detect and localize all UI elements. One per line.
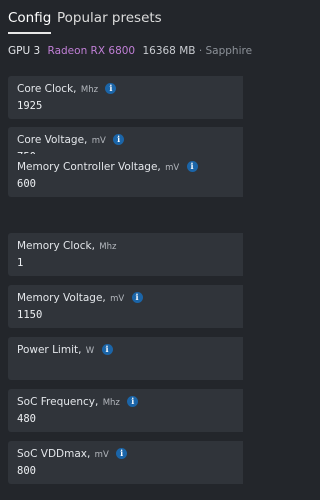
param-value[interactable]: 480	[17, 412, 36, 426]
param-label-text: Memory Controller Voltage,	[17, 161, 161, 173]
param-unit: mV	[110, 294, 125, 304]
gpu-model: Radeon RX 6800	[47, 45, 136, 57]
info-icon[interactable]: i	[186, 161, 198, 172]
param-unit: mV	[94, 450, 109, 460]
param-label: SoC VDDmax, mV i	[17, 447, 128, 462]
tab-config[interactable]: Config	[8, 9, 52, 34]
param-core-clock[interactable]: Core Clock, Mhz i 1925	[8, 76, 243, 119]
param-memory-clock[interactable]: Memory Clock, Mhz 1	[8, 233, 243, 276]
info-icon[interactable]: i	[116, 448, 128, 459]
param-label-text: Core Voltage,	[17, 134, 88, 146]
param-value[interactable]: 600	[17, 177, 36, 191]
param-value[interactable]: 800	[17, 464, 36, 478]
param-label-text: SoC VDDmax,	[17, 448, 91, 460]
param-value[interactable]: 1	[17, 256, 23, 270]
gpu-vendor: Sapphire	[205, 45, 253, 57]
param-label-text: Power Limit,	[17, 344, 82, 356]
gpu-info: GPU 3 Radeon RX 6800 16368 MB · Sapphire	[8, 44, 252, 58]
param-unit: Mhz	[80, 85, 99, 95]
info-icon[interactable]: i	[105, 83, 117, 94]
param-unit: Mhz	[99, 242, 117, 252]
info-icon[interactable]: i	[127, 396, 139, 407]
param-label-text: Core Clock,	[17, 83, 77, 95]
param-label: Memory Clock, Mhz	[17, 239, 116, 254]
gpu-vram: 16368 MB	[142, 45, 196, 57]
param-soc-vddmax[interactable]: SoC VDDmax, mV i 800	[8, 441, 243, 484]
active-tab-indicator	[8, 32, 52, 34]
param-label: Core Clock, Mhz i	[17, 82, 117, 97]
param-unit: Mhz	[102, 398, 120, 408]
param-label-text: Memory Clock,	[17, 240, 95, 252]
info-icon[interactable]: i	[101, 344, 113, 355]
param-soc-frequency[interactable]: SoC Frequency, Mhz i 480	[8, 389, 243, 432]
param-label: Power Limit, W i	[17, 343, 113, 358]
param-unit: mV	[91, 136, 106, 146]
param-value[interactable]: 1150	[17, 308, 42, 322]
gpu-separator: ·	[198, 45, 203, 57]
param-unit: W	[85, 346, 95, 356]
param-label: Memory Controller Voltage, mV i	[17, 160, 198, 175]
param-memory-voltage[interactable]: Memory Voltage, mV i 1150	[8, 285, 243, 328]
gpu-id: GPU 3	[8, 45, 41, 57]
param-label: SoC Frequency, Mhz i	[17, 395, 139, 410]
param-memory-controller-voltage[interactable]: Memory Controller Voltage, mV i 600	[8, 154, 243, 197]
param-label-text: SoC Frequency,	[17, 396, 99, 408]
tab-popular-presets-label: Popular presets	[57, 10, 162, 26]
param-label: Memory Voltage, mV i	[17, 291, 143, 306]
tab-popular-presets[interactable]: Popular presets	[57, 9, 162, 27]
tab-config-label: Config	[8, 10, 52, 26]
param-value[interactable]: 1925	[17, 99, 42, 113]
info-icon[interactable]: i	[131, 292, 143, 303]
param-label: Core Voltage, mV i	[17, 133, 125, 148]
tab-bar: Config Popular presets	[0, 0, 243, 36]
param-label-text: Memory Voltage,	[17, 292, 106, 304]
param-unit: mV	[165, 163, 180, 173]
param-power-limit[interactable]: Power Limit, W i	[8, 337, 243, 380]
info-icon[interactable]: i	[113, 134, 125, 145]
